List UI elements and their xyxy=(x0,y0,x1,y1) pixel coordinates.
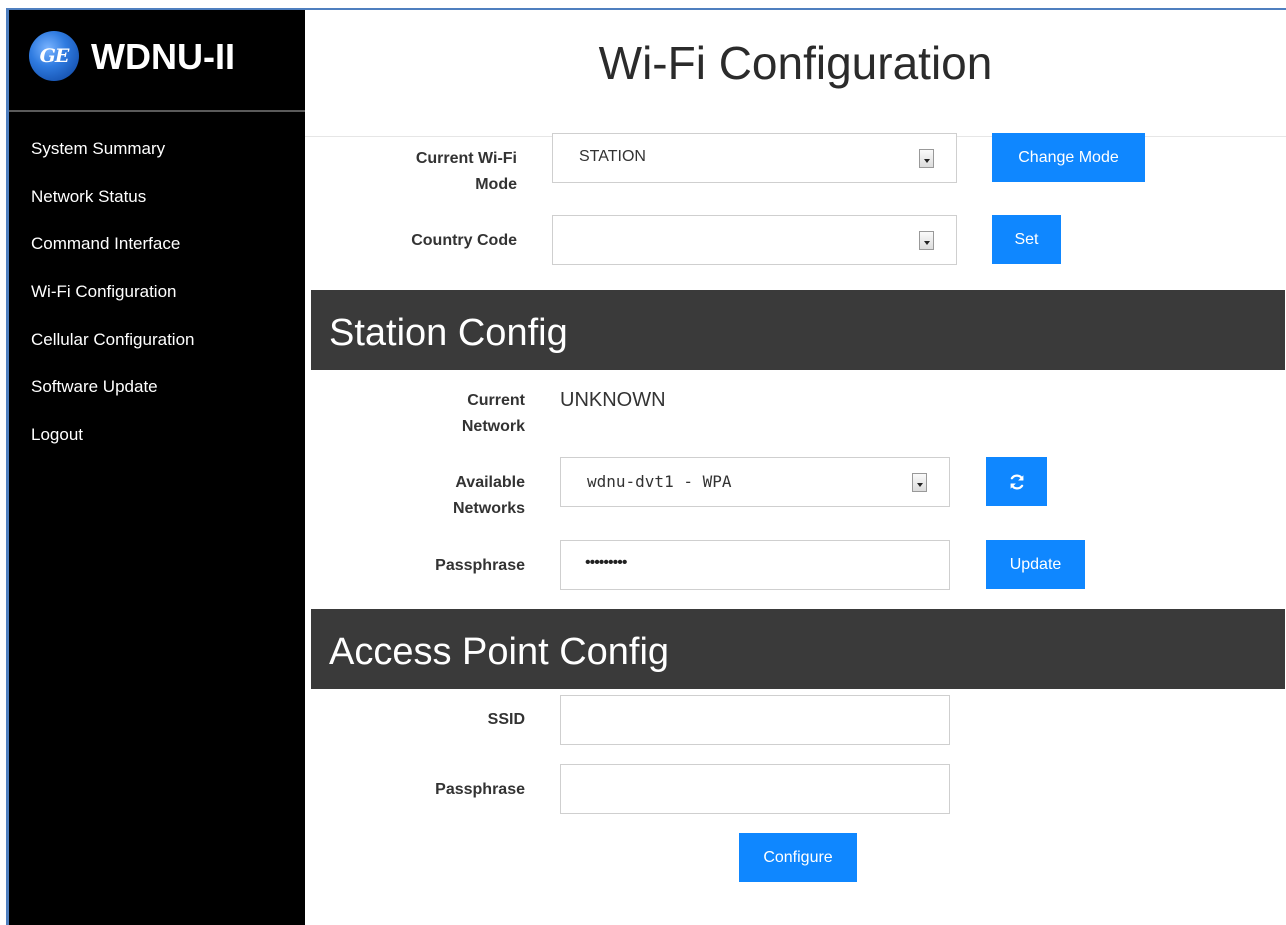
sidebar: GE WDNU-II System Summary Network Status… xyxy=(9,10,305,925)
sidebar-item-system-summary[interactable]: System Summary xyxy=(9,138,305,186)
main-content: Wi-Fi Configuration Current Wi-Fi Mode S… xyxy=(305,10,1286,925)
wifi-mode-label-line2: Mode xyxy=(475,176,517,193)
ap-passphrase-input[interactable] xyxy=(560,764,950,814)
ge-logo-icon: GE xyxy=(29,31,79,81)
ssid-label: SSID xyxy=(487,711,525,728)
sidebar-item-wifi-configuration[interactable]: Wi-Fi Configuration xyxy=(9,281,305,329)
refresh-icon xyxy=(1010,474,1023,489)
available-networks-label-line1: Available xyxy=(455,474,525,491)
change-mode-button[interactable]: Change Mode xyxy=(992,133,1145,182)
logo-text: GE xyxy=(39,45,70,67)
refresh-networks-button[interactable] xyxy=(986,457,1047,506)
available-networks-select-value: wdnu-dvt1 - WPA xyxy=(587,472,732,491)
station-passphrase-input[interactable]: ••••••••• xyxy=(560,540,950,590)
configure-button[interactable]: Configure xyxy=(739,833,857,882)
ap-passphrase-label: Passphrase xyxy=(435,781,525,798)
country-code-select[interactable] xyxy=(552,215,957,265)
wifi-mode-label: Current Wi-Fi Mode xyxy=(365,146,517,198)
chevron-down-icon xyxy=(919,231,934,250)
station-passphrase-label: Passphrase xyxy=(435,557,525,574)
chevron-down-icon xyxy=(919,149,934,168)
available-networks-label-line2: Networks xyxy=(452,500,525,517)
current-network-label-line1: Current xyxy=(467,392,525,409)
current-network-label-line2: Network xyxy=(461,418,525,435)
sidebar-item-software-update[interactable]: Software Update xyxy=(9,376,305,424)
wifi-mode-select-value: STATION xyxy=(579,148,646,165)
sidebar-item-network-status[interactable]: Network Status xyxy=(9,186,305,234)
current-network-value: UNKNOWN xyxy=(560,389,666,411)
station-config-header: Station Config xyxy=(311,290,1285,370)
available-networks-select[interactable]: wdnu-dvt1 - WPA xyxy=(560,457,950,507)
sidebar-item-logout[interactable]: Logout xyxy=(9,424,305,472)
sidebar-item-command-interface[interactable]: Command Interface xyxy=(9,233,305,281)
station-passphrase-value: ••••••••• xyxy=(585,554,627,571)
wifi-mode-select[interactable]: STATION xyxy=(552,133,957,183)
available-networks-label: Available Networks xyxy=(385,470,525,522)
access-point-config-header: Access Point Config xyxy=(311,609,1285,689)
country-code-label: Country Code xyxy=(411,232,517,249)
update-button[interactable]: Update xyxy=(986,540,1085,589)
ssid-input[interactable] xyxy=(560,695,950,745)
wifi-mode-label-line1: Current Wi-Fi xyxy=(415,150,517,167)
station-config-heading: Station Config xyxy=(329,312,568,354)
sidebar-item-cellular-configuration[interactable]: Cellular Configuration xyxy=(9,329,305,377)
access-point-config-heading: Access Point Config xyxy=(329,631,670,673)
chevron-down-icon xyxy=(912,473,927,492)
brand-header: GE WDNU-II xyxy=(9,10,305,112)
sidebar-nav: System Summary Network Status Command In… xyxy=(9,138,305,472)
current-network-label: Current Network xyxy=(385,388,525,440)
app-title: WDNU-II xyxy=(91,36,235,77)
set-country-button[interactable]: Set xyxy=(992,215,1061,264)
page-title: Wi-Fi Configuration xyxy=(598,37,993,89)
